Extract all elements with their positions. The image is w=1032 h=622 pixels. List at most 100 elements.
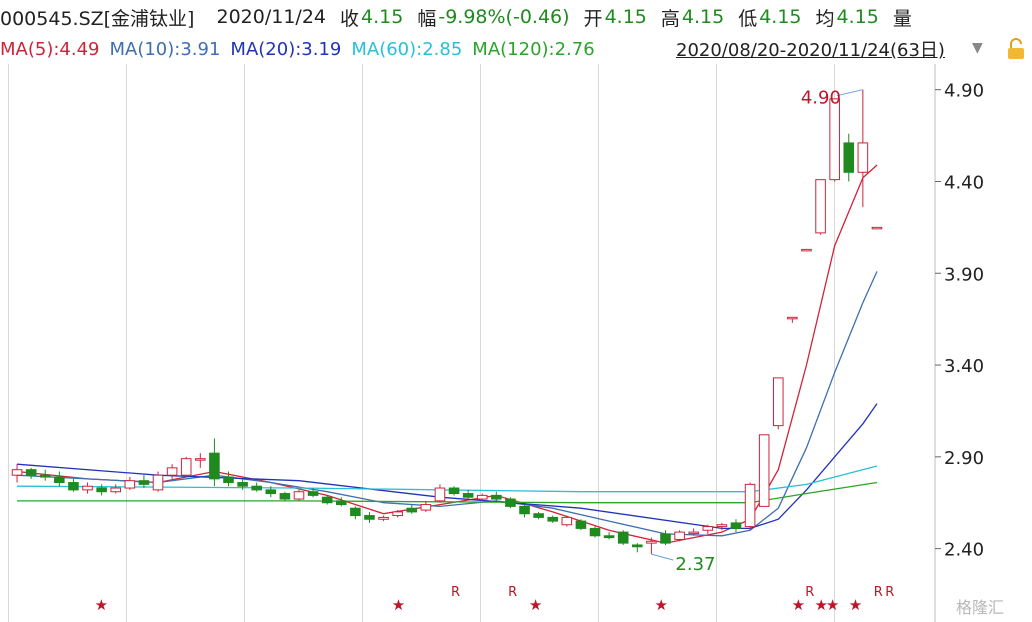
candlestick-chart: 4.904.403.903.402.902.404.902.37★ ★R R★ ★ ★R… (0, 64, 1032, 622)
stock-code: 000545.SZ[金浦钛业] (0, 7, 195, 30)
event-star-marker: ★ (654, 596, 667, 614)
event-r-marker: R (805, 585, 814, 600)
quote-date: 2020/11/24 (216, 6, 326, 28)
candle-body (195, 458, 206, 461)
candle-body (124, 480, 136, 489)
candle-body (871, 226, 883, 230)
info-header: 000545.SZ[金浦钛业] 2020/11/24 收 4.15 幅 -9.9… (0, 0, 1032, 34)
low-value: 4.15 (759, 6, 802, 28)
date-range-selector[interactable]: 2020/08/20-2020/11/24(63日) (676, 36, 945, 62)
y-tick-label: 3.90 (944, 264, 984, 285)
candle-body (378, 516, 389, 520)
candle-body (533, 513, 544, 518)
event-r-marker: R (451, 585, 460, 600)
candle-body (730, 522, 742, 529)
candle-body (547, 516, 559, 522)
candle-body (829, 98, 840, 181)
y-tick-label: 4.40 (944, 172, 984, 193)
ma120-label: MA(120):2.76 (472, 38, 595, 60)
candle-body (448, 487, 460, 495)
candle-body (82, 485, 93, 491)
event-star-marker: ★ (792, 596, 805, 614)
candle-body (857, 142, 869, 173)
event-r-marker: R (508, 585, 517, 600)
candle-body (815, 179, 826, 234)
candle-body (603, 535, 615, 539)
candle-body (251, 485, 262, 491)
open-label: 开 (583, 7, 603, 30)
candle-body (744, 483, 756, 528)
candle-body (265, 489, 277, 495)
candle-body (772, 377, 784, 427)
candle-body (180, 458, 192, 476)
candle-body (505, 498, 516, 507)
candle-body (758, 434, 770, 507)
ma60-label: MA(60):2.85 (351, 38, 463, 60)
candle-body (787, 316, 798, 320)
candle-body (68, 482, 79, 491)
candle-body (307, 491, 319, 496)
candle-body (279, 493, 291, 500)
y-tick-label: 2.40 (944, 540, 984, 561)
candle-body (11, 469, 23, 476)
ma20-label: MA(20):3.19 (230, 38, 342, 60)
event-r-marker: R (885, 585, 894, 600)
candle-body (476, 494, 488, 500)
high-price-label: 4.90 (801, 88, 841, 109)
close-label: 收 (340, 7, 360, 30)
candle-body (843, 142, 855, 173)
change-value: -9.98%(-0.46) (438, 6, 570, 28)
candle-body (632, 544, 643, 548)
candle-body (575, 520, 587, 529)
candle-body (716, 524, 728, 528)
candle-body (660, 533, 671, 544)
change-label: 幅 (417, 7, 437, 30)
candle-body (321, 496, 333, 504)
candle-body (152, 474, 164, 491)
low-label: 低 (738, 7, 758, 30)
candle-body (25, 469, 37, 476)
high-value: 4.15 (681, 6, 725, 28)
event-star-marker: ★ (849, 596, 862, 614)
candle-body (223, 476, 234, 484)
candle-body (646, 540, 657, 544)
chart-background (0, 64, 1032, 622)
candle-body (39, 474, 51, 478)
candle-body (420, 504, 432, 511)
candle-body (110, 487, 122, 493)
candle-body (801, 248, 812, 252)
event-star-marker: ★ (529, 596, 542, 614)
candle-body (96, 487, 107, 493)
avg-value: 4.15 (836, 6, 879, 28)
candle-body (364, 515, 375, 520)
candle-body (138, 480, 150, 485)
candle-body (491, 494, 502, 500)
ma5-label: MA(5):4.49 (0, 38, 100, 60)
dropdown-arrow-icon[interactable]: ▼ (972, 40, 983, 56)
lock-icon[interactable] (1004, 38, 1028, 60)
close-value: 4.15 (361, 6, 404, 28)
candle-body (519, 505, 530, 515)
candle-body (237, 482, 248, 487)
candle-body (561, 516, 573, 526)
event-star-marker: ★ (95, 596, 108, 614)
avg-label: 均 (815, 7, 835, 30)
watermark: 格隆汇 (956, 598, 1005, 617)
candle-body (702, 526, 714, 531)
high-label: 高 (660, 7, 680, 30)
y-tick-label: 2.90 (944, 448, 984, 469)
candle-body (350, 507, 361, 517)
candle-body (674, 531, 685, 540)
y-tick-label: 4.90 (944, 81, 984, 102)
open-value: 4.15 (604, 6, 647, 28)
candle-body (392, 511, 403, 517)
candle-body (617, 531, 629, 544)
candle-body (462, 493, 474, 498)
candle-body (589, 527, 601, 537)
candle-body (688, 531, 699, 535)
event-r-marker: R (874, 585, 883, 600)
candle-body (166, 467, 178, 476)
candle-body (406, 507, 418, 513)
low-price-label: 2.37 (675, 554, 715, 575)
candle-body (293, 491, 305, 500)
